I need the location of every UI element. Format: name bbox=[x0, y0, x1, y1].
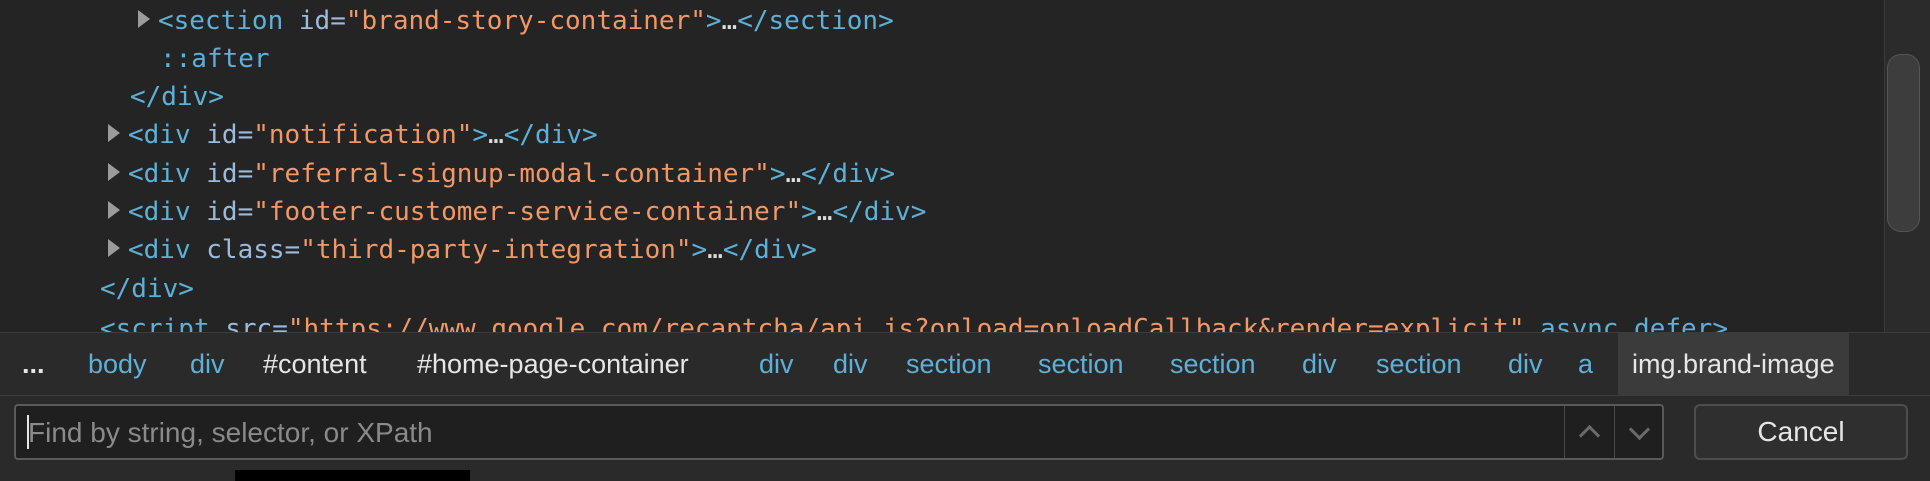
tag-gt: > bbox=[769, 159, 786, 189]
attr-value: "notification" bbox=[253, 120, 473, 150]
disclosure-triangle-icon[interactable] bbox=[108, 201, 120, 219]
tag-open: <div bbox=[128, 120, 191, 150]
attr-name: id= bbox=[190, 159, 254, 189]
breadcrumb-item[interactable]: div bbox=[190, 333, 225, 395]
attr-name: id= bbox=[283, 6, 346, 36]
search-box bbox=[14, 404, 1664, 460]
breadcrumb-overflow[interactable]: ... bbox=[22, 333, 45, 395]
ellipsis: … bbox=[488, 120, 504, 150]
tag-close: </div> bbox=[832, 197, 927, 227]
disclosure-triangle-icon[interactable] bbox=[108, 163, 120, 181]
breadcrumb-item[interactable]: section bbox=[1038, 333, 1124, 395]
dom-node-line[interactable]: <section id="brand-story-container">…</s… bbox=[158, 2, 894, 40]
tag-open: <div bbox=[128, 159, 191, 189]
attr-value: "footer-customer-service-container" bbox=[253, 197, 802, 227]
breadcrumb-item[interactable]: div bbox=[759, 333, 794, 395]
ellipsis: … bbox=[785, 159, 802, 189]
breadcrumb-item[interactable]: div bbox=[1302, 333, 1337, 395]
tag-tail: async defer> bbox=[1524, 314, 1728, 332]
closing-tag-line[interactable]: </div> bbox=[130, 78, 224, 116]
breadcrumb-item[interactable]: body bbox=[88, 333, 147, 395]
breadcrumb-item[interactable]: a bbox=[1578, 333, 1593, 395]
ellipsis: … bbox=[721, 6, 738, 36]
chevron-down-icon bbox=[1628, 418, 1651, 440]
attr-name: class= bbox=[190, 235, 301, 265]
search-input[interactable] bbox=[26, 408, 1570, 458]
tag-close: </section> bbox=[737, 6, 894, 36]
find-bar: Cancel bbox=[0, 395, 1930, 481]
tag-close: </div> bbox=[100, 274, 194, 304]
dom-node-line[interactable]: <div id="notification">…</div> bbox=[128, 116, 598, 154]
ellipsis: … bbox=[816, 197, 833, 227]
breadcrumb-item[interactable]: section bbox=[1376, 333, 1462, 395]
tag-close: </div> bbox=[801, 159, 896, 189]
attr-name: id= bbox=[190, 197, 254, 227]
attr-name: src= bbox=[209, 314, 288, 332]
pseudo-element: ::after bbox=[160, 44, 270, 74]
dom-node-line[interactable]: <div id="footer-customer-service-contain… bbox=[128, 193, 926, 231]
attr-value: "third-party-integration" bbox=[300, 235, 692, 265]
attr-value: "referral-signup-modal-container" bbox=[253, 159, 770, 189]
next-match-button[interactable] bbox=[1614, 406, 1664, 458]
tag-open: <section bbox=[158, 6, 284, 36]
tag-open: <div bbox=[128, 235, 191, 265]
taskbar-fragment bbox=[235, 470, 470, 481]
breadcrumb-item[interactable]: div bbox=[833, 333, 868, 395]
breadcrumb-item[interactable]: section bbox=[1170, 333, 1256, 395]
closing-tag-line[interactable]: </div> bbox=[100, 270, 194, 308]
tag-gt: > bbox=[801, 197, 817, 227]
dom-node-line[interactable]: <script src="https://www.google.com/reca… bbox=[100, 310, 1728, 332]
tag-gt: > bbox=[691, 235, 708, 265]
breadcrumb-item[interactable]: #content bbox=[263, 333, 367, 395]
text-caret bbox=[27, 415, 29, 449]
disclosure-triangle-icon[interactable] bbox=[108, 124, 120, 142]
breadcrumb: ... body div #content #home-page-contain… bbox=[0, 332, 1930, 395]
pseudo-element-line[interactable]: ::after bbox=[160, 40, 270, 78]
disclosure-triangle-icon[interactable] bbox=[138, 10, 150, 28]
attr-name: id= bbox=[190, 120, 254, 150]
dom-node-line[interactable]: <div class="third-party-integration">…</… bbox=[128, 231, 817, 269]
breadcrumb-item[interactable]: section bbox=[906, 333, 992, 395]
ellipsis: … bbox=[707, 235, 723, 265]
disclosure-triangle-icon[interactable] bbox=[108, 239, 120, 257]
breadcrumb-item[interactable]: #home-page-container bbox=[417, 333, 689, 395]
tag-open: <script bbox=[100, 314, 210, 332]
dom-tree-panel[interactable]: <section id="brand-story-container">…</s… bbox=[0, 0, 1884, 332]
scrollbar-thumb[interactable] bbox=[1887, 54, 1920, 232]
previous-match-button[interactable] bbox=[1564, 406, 1614, 458]
breadcrumb-item-selected[interactable]: img.brand-image bbox=[1618, 333, 1849, 395]
dom-node-line[interactable]: <div id="referral-signup-modal-container… bbox=[128, 155, 895, 193]
tag-gt: > bbox=[705, 6, 722, 36]
tag-open: <div bbox=[128, 197, 191, 227]
tag-close: </div> bbox=[130, 82, 224, 112]
attr-value: "https://www.google.com/recaptcha/api.js… bbox=[287, 314, 1525, 332]
chevron-up-icon bbox=[1578, 424, 1601, 446]
tag-gt: > bbox=[472, 120, 489, 150]
attr-value: "brand-story-container" bbox=[345, 6, 706, 36]
tag-close: </div> bbox=[722, 235, 817, 265]
cancel-button[interactable]: Cancel bbox=[1694, 404, 1908, 460]
tag-close: </div> bbox=[503, 120, 598, 150]
breadcrumb-item[interactable]: div bbox=[1508, 333, 1543, 395]
